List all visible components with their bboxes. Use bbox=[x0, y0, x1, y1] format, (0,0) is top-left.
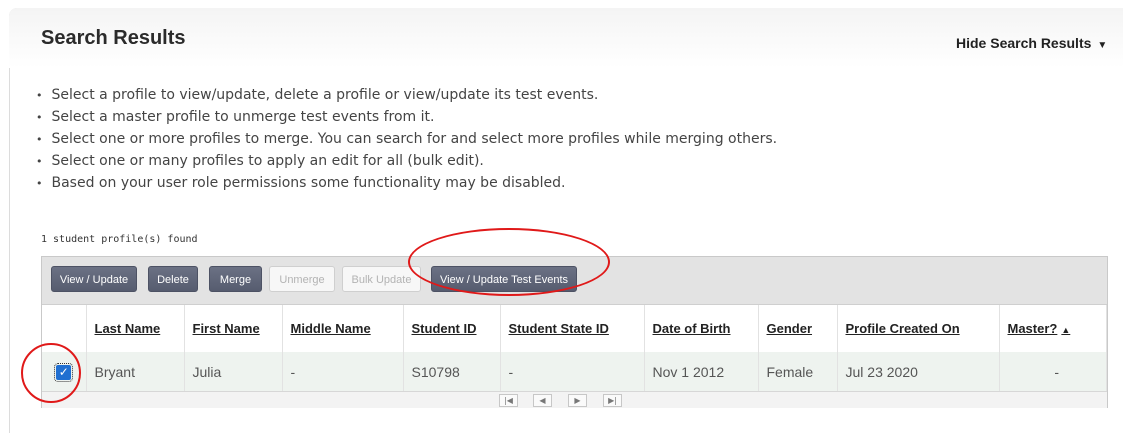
bulk-update-button[interactable]: Bulk Update bbox=[342, 266, 421, 292]
cell-first-name: Julia bbox=[184, 352, 283, 391]
caret-down-icon: ▼ bbox=[1097, 40, 1108, 51]
cell-middle-name: - bbox=[282, 352, 404, 391]
cell-gender: Female bbox=[758, 352, 838, 391]
cell-profile-created-on: Jul 23 2020 bbox=[837, 352, 1000, 391]
last-page-icon[interactable]: ▶| bbox=[603, 394, 622, 407]
column-header-middle-name[interactable]: Middle Name bbox=[282, 305, 404, 352]
results-count: 1 student profile(s) found bbox=[41, 234, 198, 245]
first-page-icon[interactable]: |◀ bbox=[499, 394, 518, 407]
page-title: Search Results bbox=[41, 27, 186, 49]
column-header-master-label: Master? bbox=[1007, 321, 1058, 336]
view-update-button[interactable]: View / Update bbox=[51, 266, 137, 292]
cell-master: - bbox=[999, 352, 1107, 391]
instruction-item: Select one or more profiles to merge. Yo… bbox=[36, 128, 778, 150]
instruction-item: Select a profile to view/update, delete … bbox=[36, 84, 777, 106]
row-select-cell[interactable]: ✓ bbox=[42, 352, 87, 391]
instruction-item: Based on your user role permissions some… bbox=[36, 172, 777, 194]
instruction-item: Select a master profile to unmerge test … bbox=[36, 106, 777, 128]
table-row[interactable]: ✓ Bryant Julia - S10798 - Nov 1 2012 Fem… bbox=[42, 352, 1107, 391]
prev-page-icon[interactable]: ◀ bbox=[533, 394, 552, 407]
column-header-master[interactable]: Master? ▲ bbox=[999, 305, 1107, 352]
cell-student-state-id: - bbox=[500, 352, 645, 391]
instruction-item: Select one or many profiles to apply an … bbox=[36, 150, 777, 172]
view-update-test-events-button[interactable]: View / Update Test Events bbox=[431, 266, 577, 292]
cell-date-of-birth: Nov 1 2012 bbox=[644, 352, 759, 391]
column-header-last-name[interactable]: Last Name bbox=[86, 305, 185, 352]
results-toolbar: View / Update Delete Merge Unmerge Bulk … bbox=[42, 257, 1107, 305]
cell-student-id: S10798 bbox=[403, 352, 501, 391]
column-header-student-id[interactable]: Student ID bbox=[403, 305, 501, 352]
delete-button[interactable]: Delete bbox=[148, 266, 198, 292]
hide-search-results-link[interactable]: Hide Search Results ▼ bbox=[956, 35, 1107, 51]
cell-last-name: Bryant bbox=[86, 352, 185, 391]
table-header-row: Last Name First Name Middle Name Student… bbox=[42, 305, 1107, 352]
column-header-first-name[interactable]: First Name bbox=[184, 305, 283, 352]
pagination-bar: |◀ ◀ ▶ ▶| bbox=[42, 391, 1107, 408]
column-header-date-of-birth[interactable]: Date of Birth bbox=[644, 305, 759, 352]
select-column-header bbox=[42, 305, 87, 352]
hide-search-results-label: Hide Search Results bbox=[956, 35, 1092, 51]
row-select-checkbox[interactable]: ✓ bbox=[54, 363, 74, 382]
merge-button[interactable]: Merge bbox=[209, 266, 262, 292]
column-header-profile-created-on[interactable]: Profile Created On bbox=[837, 305, 1000, 352]
sort-ascending-icon: ▲ bbox=[1061, 325, 1071, 335]
results-table: Last Name First Name Middle Name Student… bbox=[42, 305, 1107, 391]
column-header-gender[interactable]: Gender bbox=[758, 305, 838, 352]
next-page-icon[interactable]: ▶ bbox=[568, 394, 587, 407]
results-grid: View / Update Delete Merge Unmerge Bulk … bbox=[41, 256, 1108, 408]
column-header-student-state-id[interactable]: Student State ID bbox=[500, 305, 645, 352]
unmerge-button[interactable]: Unmerge bbox=[269, 266, 335, 292]
instructions-list: Select a profile to view/update, delete … bbox=[36, 84, 778, 194]
